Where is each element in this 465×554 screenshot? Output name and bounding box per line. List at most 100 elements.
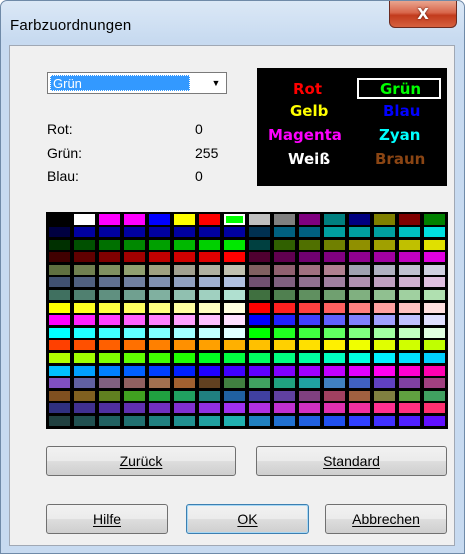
palette-swatch[interactable] bbox=[324, 378, 345, 389]
palette-swatch[interactable] bbox=[149, 214, 170, 225]
palette-swatch[interactable] bbox=[49, 227, 70, 237]
palette-swatch[interactable] bbox=[424, 353, 445, 363]
palette-swatch[interactable] bbox=[399, 302, 420, 313]
palette-swatch[interactable] bbox=[99, 416, 120, 426]
palette-swatch[interactable] bbox=[124, 252, 145, 263]
palette-swatch[interactable] bbox=[149, 302, 170, 313]
palette-swatch[interactable] bbox=[424, 327, 445, 338]
palette-swatch[interactable] bbox=[274, 365, 295, 376]
palette-swatch[interactable] bbox=[274, 302, 295, 313]
palette-swatch[interactable] bbox=[99, 252, 120, 263]
palette-swatch[interactable] bbox=[424, 252, 445, 263]
palette-swatch[interactable] bbox=[149, 403, 170, 414]
palette-swatch[interactable] bbox=[274, 277, 295, 288]
palette-swatch[interactable] bbox=[299, 214, 320, 225]
palette-swatch[interactable] bbox=[74, 277, 95, 288]
palette-swatch[interactable] bbox=[199, 277, 220, 288]
palette-swatch[interactable] bbox=[74, 353, 95, 363]
palette-swatch[interactable] bbox=[224, 327, 245, 338]
palette-swatch[interactable] bbox=[124, 365, 145, 376]
palette-swatch[interactable] bbox=[324, 264, 345, 275]
palette-swatch[interactable] bbox=[274, 416, 295, 426]
palette-swatch[interactable] bbox=[374, 252, 395, 263]
palette-swatch[interactable] bbox=[299, 340, 320, 351]
palette-swatch[interactable] bbox=[349, 365, 370, 376]
palette-swatch[interactable] bbox=[249, 302, 270, 313]
palette-swatch[interactable] bbox=[349, 315, 370, 326]
palette-swatch[interactable] bbox=[49, 416, 70, 426]
palette-swatch[interactable] bbox=[174, 340, 195, 351]
palette-swatch[interactable] bbox=[274, 403, 295, 414]
palette-swatch[interactable] bbox=[299, 277, 320, 288]
palette-swatch[interactable] bbox=[174, 302, 195, 313]
chevron-down-icon[interactable]: ▼ bbox=[208, 75, 224, 91]
palette-swatch[interactable] bbox=[149, 290, 170, 300]
palette-swatch[interactable] bbox=[99, 378, 120, 389]
palette-swatch[interactable] bbox=[424, 302, 445, 313]
palette-swatch[interactable] bbox=[199, 252, 220, 263]
palette-swatch[interactable] bbox=[374, 315, 395, 326]
palette-swatch[interactable] bbox=[324, 252, 345, 263]
palette-swatch[interactable] bbox=[274, 378, 295, 389]
palette-swatch[interactable] bbox=[124, 227, 145, 237]
palette-swatch[interactable] bbox=[249, 365, 270, 376]
palette-swatch[interactable] bbox=[324, 214, 345, 225]
palette-swatch[interactable] bbox=[74, 315, 95, 326]
palette-swatch[interactable] bbox=[299, 378, 320, 389]
palette-swatch[interactable] bbox=[149, 315, 170, 326]
palette-swatch[interactable] bbox=[124, 214, 145, 225]
palette-swatch[interactable] bbox=[99, 365, 120, 376]
palette-swatch[interactable] bbox=[424, 239, 445, 250]
palette-swatch[interactable] bbox=[424, 214, 445, 225]
palette-swatch[interactable] bbox=[399, 403, 420, 414]
palette-swatch[interactable] bbox=[149, 340, 170, 351]
palette-swatch[interactable] bbox=[174, 252, 195, 263]
palette-swatch[interactable] bbox=[174, 403, 195, 414]
palette-swatch[interactable] bbox=[274, 340, 295, 351]
palette-swatch[interactable] bbox=[49, 353, 70, 363]
palette-swatch[interactable] bbox=[374, 290, 395, 300]
palette-swatch[interactable] bbox=[124, 353, 145, 363]
palette-swatch[interactable] bbox=[124, 327, 145, 338]
palette-swatch[interactable] bbox=[99, 353, 120, 363]
palette-swatch[interactable] bbox=[349, 290, 370, 300]
palette-swatch[interactable] bbox=[199, 327, 220, 338]
palette-swatch[interactable] bbox=[49, 264, 70, 275]
palette-swatch[interactable] bbox=[199, 353, 220, 363]
palette-swatch[interactable] bbox=[99, 327, 120, 338]
color-palette-grid[interactable] bbox=[46, 212, 448, 429]
palette-swatch[interactable] bbox=[49, 239, 70, 250]
palette-swatch[interactable] bbox=[399, 416, 420, 426]
palette-swatch[interactable] bbox=[374, 403, 395, 414]
palette-swatch[interactable] bbox=[224, 277, 245, 288]
palette-swatch[interactable] bbox=[149, 327, 170, 338]
palette-swatch[interactable] bbox=[349, 302, 370, 313]
palette-swatch[interactable] bbox=[224, 353, 245, 363]
palette-swatch[interactable] bbox=[99, 302, 120, 313]
palette-swatch[interactable] bbox=[324, 239, 345, 250]
palette-swatch[interactable] bbox=[399, 227, 420, 237]
palette-swatch[interactable] bbox=[299, 353, 320, 363]
back-button[interactable]: Zurück bbox=[46, 446, 236, 476]
palette-swatch[interactable] bbox=[349, 227, 370, 237]
palette-swatch[interactable] bbox=[224, 403, 245, 414]
palette-swatch[interactable] bbox=[174, 416, 195, 426]
palette-swatch[interactable] bbox=[399, 277, 420, 288]
palette-swatch[interactable] bbox=[199, 340, 220, 351]
palette-swatch[interactable] bbox=[349, 239, 370, 250]
palette-swatch[interactable] bbox=[424, 277, 445, 288]
palette-swatch[interactable] bbox=[199, 390, 220, 401]
palette-swatch[interactable] bbox=[49, 315, 70, 326]
palette-swatch[interactable] bbox=[74, 290, 95, 300]
palette-swatch[interactable] bbox=[374, 390, 395, 401]
palette-swatch[interactable] bbox=[324, 365, 345, 376]
palette-swatch[interactable] bbox=[324, 353, 345, 363]
palette-swatch[interactable] bbox=[174, 390, 195, 401]
palette-swatch[interactable] bbox=[424, 264, 445, 275]
palette-swatch[interactable] bbox=[249, 252, 270, 263]
palette-swatch[interactable] bbox=[174, 315, 195, 326]
palette-swatch[interactable] bbox=[74, 340, 95, 351]
palette-swatch[interactable] bbox=[49, 378, 70, 389]
palette-swatch[interactable] bbox=[249, 390, 270, 401]
palette-swatch[interactable] bbox=[424, 290, 445, 300]
